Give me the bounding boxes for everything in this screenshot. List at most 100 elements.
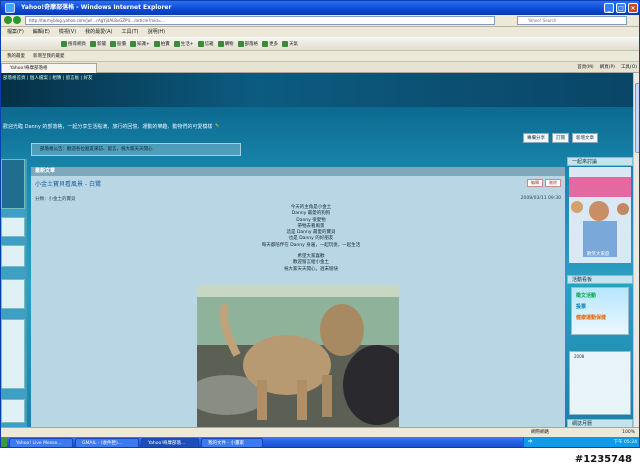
menu-view[interactable]: 檢視(V) [59,27,76,37]
blog-header: 部落格首頁 | 個人檔案 | 相簿 | 留言板 | 好友 [1,73,639,107]
left-widget [1,319,25,389]
shopping-icon [217,41,224,47]
ime-indicator[interactable]: 中 [528,437,533,447]
promo-banner[interactable]: 徵文活動 投票 健康運動保健 [571,287,629,335]
status-bar: 網際網路 100% [1,427,639,437]
news-icon [90,41,96,47]
blog-nav-links[interactable]: 部落格首頁 | 個人檔案 | 相簿 | 留言板 | 好友 [3,75,93,81]
menu-help[interactable]: 說明(H) [147,27,165,37]
address-bar: http://tw.myblog.yahoo.com/jw!...rAgYj4A… [1,15,639,27]
calendar-widget: 2008 [569,351,631,415]
article-panel: 最新文章 小金土寶貝看風景 - 白鷺 編輯 刪除 分類：小金土的寶貝 2008/… [31,167,565,427]
article-category[interactable]: 分類：小金土的寶貝 [35,196,76,202]
clock: 下午 05:24 [613,440,637,445]
blog-description: 歡迎光臨 Danny 的部落格，一起分享生活點滴、旅行的回憶、運動的樂趣、動物們… [3,124,213,130]
delete-button[interactable]: 刪除 [545,179,561,187]
home-button[interactable]: 首頁(M) [577,63,593,73]
taskbar-item[interactable]: 我的文件 - 小畫家 [201,438,263,447]
toolbar-item[interactable]: 股價 [110,41,126,47]
section-heading: 最新文章 [31,167,565,176]
toolbar-item[interactable]: 搜尋網頁 [61,41,86,47]
share-button[interactable]: 專欄分享 [523,133,549,143]
window-controls: _ □ × [604,3,638,13]
left-widget [1,217,25,237]
start-button[interactable] [1,437,7,447]
back-button[interactable] [4,16,12,24]
yahoo-toolbar: 搜尋網頁 新聞 股價 知識+ 拍賣 生活+ 信箱 購物 部落格 更多 天氣 [1,37,639,51]
taskbar-item[interactable]: GMAIL - (收件匣)... [75,438,139,447]
blog-page: 部落格首頁 | 個人檔案 | 相簿 | 留言板 | 好友 歡迎光臨 Danny … [1,73,639,427]
menu-bar: 檔案(F) 編輯(E) 檢視(V) 我的最愛(A) 工具(T) 說明(H) [1,27,639,37]
profile-photo: 歡笑大家庭 [569,167,631,263]
edit-button[interactable]: 編輯 [527,179,543,187]
calendar-heading: 網誌月曆 [567,419,633,427]
stock-icon [110,41,116,47]
toolbar-item[interactable]: 知識+ [130,41,150,47]
life-icon [173,41,180,47]
answers-icon [130,41,136,47]
left-sidebar [1,159,27,427]
favorites-bar: 我的最愛 新增至我的最愛 [1,51,639,62]
toolbar-item[interactable]: 新聞 [90,41,106,47]
toolbar-item[interactable]: 拍賣 [153,41,170,47]
blog-action-buttons: 專欄分享 訂閱 新增文章 [523,133,598,143]
left-widget [1,399,25,423]
dog-photo [197,285,399,427]
taskbar-item[interactable]: Yahoo! Live Messe... [9,438,73,447]
mail-icon [197,41,204,47]
left-widget [1,279,25,309]
window-title: Yahoo!奇摩部落格 - Windows Internet Explorer [21,4,172,11]
article-body: 今天的主角是小金土 Danny 最愛的狗狗 Danny 很愛牠 帶牠去看風景 這… [211,205,411,273]
menu-favorites[interactable]: 我的最愛(A) [85,27,112,37]
edit-pencil-icon[interactable]: ✎ [215,123,219,129]
ie-icon [5,3,15,13]
taskbar: Yahoo! Live Messe... GMAIL - (收件匣)... Ya… [1,437,639,447]
subscribe-button[interactable]: 訂閱 [552,133,569,143]
system-tray: 中 下午 05:24 [523,437,639,447]
dog-illustration [197,285,399,427]
command-bar: 首頁(M) 網頁(P) 工具(O) [577,63,637,73]
close-button[interactable]: × [628,3,638,13]
article-date: 2008/03/11 09:30 [520,196,561,201]
events-heading: 活動看板 [567,275,633,284]
weather-icon [282,41,289,47]
forward-button[interactable] [13,16,21,24]
blog-icon [237,41,244,47]
photo-caption: 歡笑大家庭 [587,252,610,257]
auction-icon [153,41,160,47]
body-line: 祝大家天天開心，週末愉快 [284,266,338,272]
right-sidebar: 一起來討論 歡笑大家庭 活動看板 徵文活動 投票 健康運動保健 2008 網誌月… [567,157,633,427]
article-title[interactable]: 小金土寶貝看風景 - 白鷺 [35,179,101,188]
tab-blog[interactable]: Yahoo!奇摩部落格 [1,63,97,73]
page-button[interactable]: 網頁(P) [600,63,615,73]
tools-button[interactable]: 工具(O) [621,63,637,73]
taskbar-item-active[interactable]: Yahoo!奇摩部落... [141,438,199,447]
blog-notice: 部落格公告：歡迎各位朋友來訪、留言，祝大家天天開心 [31,143,241,156]
watermark-id: #1235748 [574,454,632,465]
menu-edit[interactable]: 編輯(E) [33,27,50,37]
new-article-button[interactable]: 新增文章 [572,133,598,143]
address-input[interactable]: http://tw.myblog.yahoo.com/jw!...rAgYj4A… [25,16,495,25]
profile-heading: 一起來討論 [567,157,633,166]
toolbar-item[interactable]: 購物 [217,41,234,47]
vertical-scrollbar[interactable] [633,73,639,427]
add-favorite-button[interactable]: 新增至我的最愛 [33,51,65,61]
search-icon [61,41,67,47]
toolbar-item[interactable]: 生活+ [173,41,194,47]
minimize-button[interactable]: _ [604,3,614,13]
maximize-button[interactable]: □ [616,3,626,13]
toolbar-item[interactable]: 信箱 [197,41,214,47]
favorites-star-button[interactable]: 我的最愛 [7,51,25,61]
scrollbar-thumb[interactable] [635,83,639,153]
profile-illustration [569,167,631,263]
search-input[interactable]: Yahoo! Search [517,16,627,25]
menu-tools[interactable]: 工具(T) [122,27,139,37]
more-icon [262,41,269,47]
tab-bar: Yahoo!奇摩部落格 首頁(M) 網頁(P) 工具(O) [1,62,639,73]
toolbar-item[interactable]: 更多 [262,41,278,47]
toolbar-item[interactable]: 部落格 [237,41,258,47]
calendar-year: 2008 [574,354,585,359]
left-widget [1,245,25,267]
toolbar-item[interactable]: 天氣 [282,41,298,47]
menu-file[interactable]: 檔案(F) [7,27,24,37]
